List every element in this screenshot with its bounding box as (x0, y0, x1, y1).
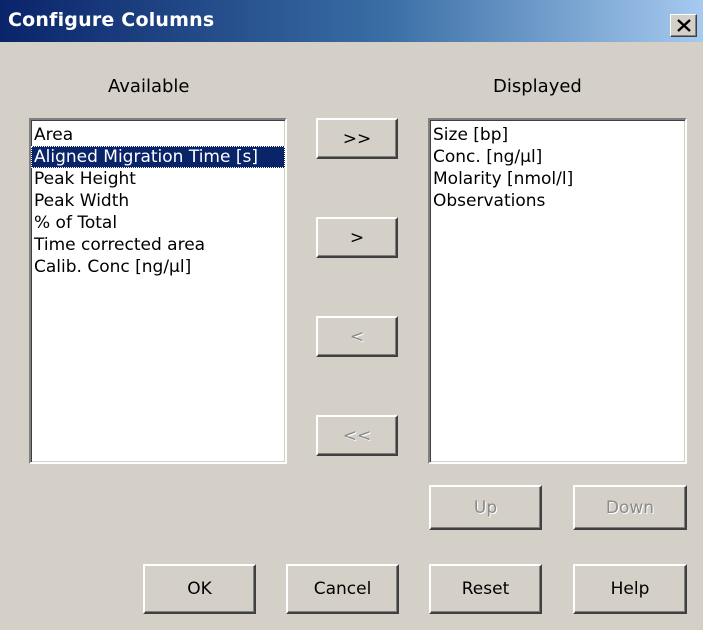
close-button[interactable] (670, 14, 697, 37)
available-list-item[interactable]: Calib. Conc [ng/µl] (31, 256, 285, 278)
move-up-button[interactable]: Up (429, 485, 542, 530)
ok-button[interactable]: OK (143, 564, 256, 614)
displayed-list[interactable]: Size [bp] Conc. [ng/µl] Molarity [nmol/l] O… (428, 118, 687, 464)
move-down-button[interactable]: Down (573, 485, 687, 530)
window-title: Configure Columns (8, 9, 215, 31)
add-button[interactable]: > (316, 217, 398, 258)
remove-all-button[interactable]: << (316, 415, 398, 456)
close-icon (677, 19, 691, 32)
displayed-list-item[interactable]: Conc. [ng/µl] (430, 146, 685, 168)
help-button[interactable]: Help (573, 564, 687, 614)
remove-button[interactable]: < (316, 316, 398, 357)
available-list[interactable]: Area Aligned Migration Time [s] Peak Heigh… (29, 118, 287, 464)
displayed-list-item[interactable]: Observations (430, 190, 685, 212)
displayed-list-item[interactable]: Size [bp] (430, 124, 685, 146)
available-list-item[interactable]: Peak Height (31, 168, 285, 190)
available-list-item[interactable]: Area (31, 124, 285, 146)
displayed-list-item[interactable]: Molarity [nmol/l] (430, 168, 685, 190)
cancel-button[interactable]: Cancel (286, 564, 399, 614)
available-list-item[interactable]: Peak Width (31, 190, 285, 212)
available-list-item[interactable]: Time corrected area (31, 234, 285, 256)
configure-columns-dialog: Configure Columns Available Displayed Ar… (0, 0, 703, 630)
reset-button[interactable]: Reset (429, 564, 542, 614)
available-label: Available (108, 76, 190, 97)
add-all-button[interactable]: >> (316, 118, 398, 159)
displayed-label: Displayed (493, 76, 582, 97)
available-list-item[interactable]: Aligned Migration Time [s] (31, 146, 285, 168)
available-list-item[interactable]: % of Total (31, 212, 285, 234)
title-bar[interactable]: Configure Columns (0, 0, 703, 42)
